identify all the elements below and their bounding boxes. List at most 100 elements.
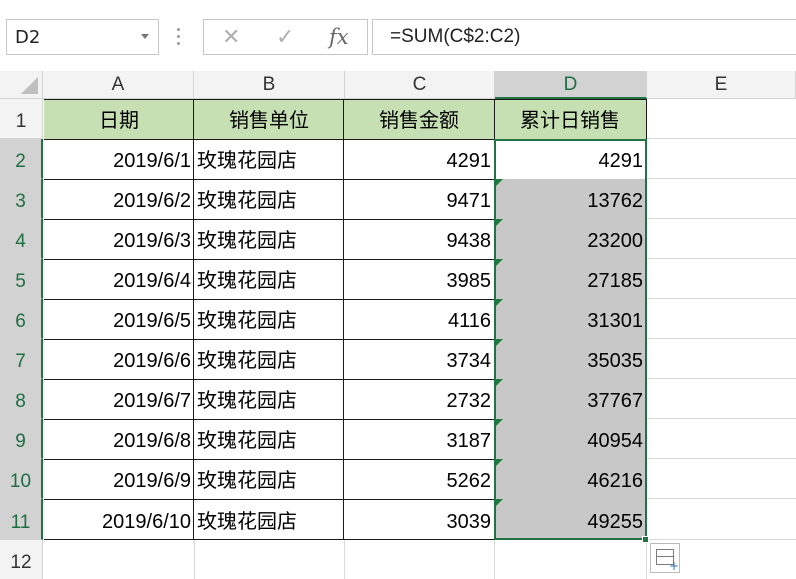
unit-cell[interactable]: 玫瑰花园店 xyxy=(194,499,344,540)
quick-analysis-icon[interactable]: + xyxy=(650,543,680,573)
amount-cell[interactable]: 3985 xyxy=(344,259,494,299)
date-cell[interactable]: 2019/6/8 xyxy=(44,419,194,459)
error-indicator-icon[interactable] xyxy=(495,259,503,267)
formula-buttons: ✕ ✓ fx xyxy=(203,19,368,55)
unit-cell[interactable]: 玫瑰花园店 xyxy=(194,139,344,179)
unit-cell[interactable]: 玫瑰花园店 xyxy=(194,259,344,299)
unit-cell[interactable]: 玫瑰花园店 xyxy=(194,459,344,499)
chevron-down-icon[interactable] xyxy=(141,34,149,39)
date-cell[interactable]: 2019/6/4 xyxy=(44,259,194,299)
date-cell[interactable]: 2019/6/7 xyxy=(44,379,194,419)
header-cell-cumulative[interactable]: 累计日销售 xyxy=(494,99,646,139)
unit-cell[interactable]: 玫瑰花园店 xyxy=(194,219,344,259)
cell-value: 3039 xyxy=(446,511,492,533)
column-header-d[interactable]: D xyxy=(495,71,647,99)
error-indicator-icon[interactable] xyxy=(495,459,503,467)
table-border xyxy=(646,99,647,140)
amount-cell[interactable]: 9471 xyxy=(344,179,494,219)
gridline xyxy=(646,540,647,579)
fill-handle[interactable] xyxy=(642,536,649,543)
unit-cell[interactable]: 玫瑰花园店 xyxy=(194,339,344,379)
cell-value: 玫瑰花园店 xyxy=(197,350,297,372)
header-cell-amount[interactable]: 销售金额 xyxy=(344,99,494,139)
table-border xyxy=(44,259,495,260)
cumulative-cell[interactable]: 23200 xyxy=(495,219,646,259)
cell-value: 35035 xyxy=(587,350,643,372)
cumulative-cell[interactable]: 37767 xyxy=(495,379,646,419)
table-border xyxy=(44,219,495,220)
column-header-e[interactable]: E xyxy=(647,71,796,99)
amount-cell[interactable]: 2732 xyxy=(344,379,494,419)
amount-cell[interactable]: 3039 xyxy=(344,499,494,540)
cell-value: 2019/6/6 xyxy=(113,350,191,372)
cell-value: 3187 xyxy=(446,430,492,452)
formula-input[interactable]: =SUM(C$2:C2) xyxy=(372,19,796,55)
error-indicator-icon[interactable] xyxy=(495,379,503,387)
error-indicator-icon[interactable] xyxy=(495,419,503,427)
name-box[interactable]: D2 xyxy=(6,19,159,55)
row-header-3[interactable]: 3 xyxy=(0,179,43,219)
select-all-button[interactable] xyxy=(0,71,43,99)
cell-value: 玫瑰花园店 xyxy=(197,390,297,412)
cell-value: 40954 xyxy=(587,430,643,452)
cell-value: 27185 xyxy=(587,270,643,292)
date-cell[interactable]: 2019/6/9 xyxy=(44,459,194,499)
error-indicator-icon[interactable] xyxy=(495,499,503,507)
cumulative-cell[interactable]: 49255 xyxy=(495,499,646,540)
unit-cell[interactable]: 玫瑰花园店 xyxy=(194,299,344,339)
header-cell-date[interactable]: 日期 xyxy=(44,99,194,139)
column-header-a[interactable]: A xyxy=(43,71,194,99)
cumulative-cell[interactable]: 27185 xyxy=(495,259,646,299)
gridline xyxy=(647,498,796,499)
date-cell[interactable]: 2019/6/2 xyxy=(44,179,194,219)
more-options-icon[interactable] xyxy=(175,28,181,48)
row-header-12[interactable]: 12 xyxy=(0,540,43,579)
row-header-4[interactable]: 4 xyxy=(0,219,43,259)
table-border xyxy=(193,99,194,540)
table-border xyxy=(44,339,495,340)
header-cell-unit[interactable]: 销售单位 xyxy=(194,99,344,139)
date-cell[interactable]: 2019/6/6 xyxy=(44,339,194,379)
error-indicator-icon[interactable] xyxy=(495,339,503,347)
amount-cell[interactable]: 4291 xyxy=(344,139,494,179)
insert-function-icon[interactable]: fx xyxy=(329,25,349,49)
table-border xyxy=(44,419,495,420)
unit-cell[interactable]: 玫瑰花园店 xyxy=(194,379,344,419)
cell-value: 玫瑰花园店 xyxy=(197,270,297,292)
error-indicator-icon[interactable] xyxy=(495,299,503,307)
cumulative-cell[interactable]: 35035 xyxy=(495,339,646,379)
cumulative-cell[interactable]: 46216 xyxy=(495,459,646,499)
row-header-9[interactable]: 9 xyxy=(0,419,43,459)
cancel-icon[interactable]: ✕ xyxy=(222,27,240,49)
amount-cell[interactable]: 5262 xyxy=(344,459,494,499)
amount-cell[interactable]: 3734 xyxy=(344,339,494,379)
date-cell[interactable]: 2019/6/3 xyxy=(44,219,194,259)
error-indicator-icon[interactable] xyxy=(495,179,503,187)
cumulative-cell[interactable]: 31301 xyxy=(495,299,646,339)
enter-icon[interactable]: ✓ xyxy=(276,27,294,49)
unit-cell[interactable]: 玫瑰花园店 xyxy=(194,419,344,459)
row-header-8[interactable]: 8 xyxy=(0,379,43,419)
amount-cell[interactable]: 4116 xyxy=(344,299,494,339)
cumulative-cell[interactable]: 40954 xyxy=(495,419,646,459)
amount-cell[interactable]: 9438 xyxy=(344,219,494,259)
date-cell[interactable]: 2019/6/5 xyxy=(44,299,194,339)
cumulative-cell[interactable]: 4291 xyxy=(495,139,646,179)
unit-cell[interactable]: 玫瑰花园店 xyxy=(194,179,344,219)
row-header-10[interactable]: 10 xyxy=(0,459,43,499)
column-header-b[interactable]: B xyxy=(194,71,345,99)
row-header-11[interactable]: 11 xyxy=(0,499,43,540)
date-cell[interactable]: 2019/6/10 xyxy=(44,499,194,540)
row-header-6[interactable]: 6 xyxy=(0,299,43,339)
row-header-2[interactable]: 2 xyxy=(0,139,43,179)
error-indicator-icon[interactable] xyxy=(495,219,503,227)
row-header-1[interactable]: 1 xyxy=(0,99,43,139)
amount-cell[interactable]: 3187 xyxy=(344,419,494,459)
row-header-5[interactable]: 5 xyxy=(0,259,43,299)
column-header-c[interactable]: C xyxy=(345,71,495,99)
cell-value: 49255 xyxy=(587,511,643,533)
cumulative-cell[interactable]: 13762 xyxy=(495,179,646,219)
date-cell[interactable]: 2019/6/1 xyxy=(44,139,194,179)
row-header-7[interactable]: 7 xyxy=(0,339,43,379)
gridline xyxy=(194,540,195,579)
